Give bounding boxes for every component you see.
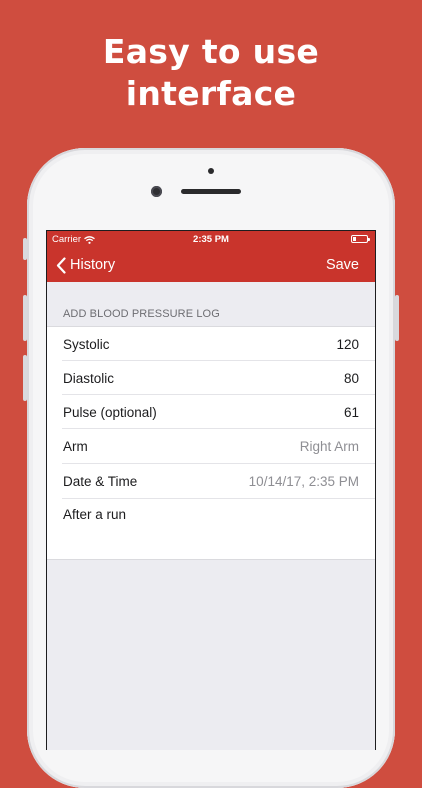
promo-headline-line1: Easy to use xyxy=(102,32,320,71)
blood-pressure-form: Systolic 120 Diastolic 80 Pulse (optiona… xyxy=(47,326,375,560)
systolic-label: Systolic xyxy=(63,337,110,352)
section-header: ADD BLOOD PRESSURE LOG xyxy=(63,308,220,320)
systolic-field[interactable]: 120 xyxy=(336,337,359,352)
chevron-left-icon xyxy=(56,256,66,274)
phone-volume-up-button xyxy=(23,295,27,341)
back-button-label: History xyxy=(70,257,116,273)
date-time-label: Date & Time xyxy=(63,474,138,489)
status-time: 2:35 PM xyxy=(193,234,229,245)
phone-screen: Carrier 2:35 PM History Save ADD BLOOD P… xyxy=(46,230,376,750)
battery-level xyxy=(353,237,356,241)
diastolic-label: Diastolic xyxy=(63,371,115,386)
diastolic-field[interactable]: 80 xyxy=(344,371,359,386)
notes-text: After a run xyxy=(63,507,127,522)
arm-row[interactable]: Arm Right Arm xyxy=(47,429,375,464)
date-time-row[interactable]: Date & Time 10/14/17, 2:35 PM xyxy=(47,464,375,499)
status-bar: Carrier 2:35 PM xyxy=(47,231,375,248)
phone-volume-down-button xyxy=(23,355,27,401)
phone-camera xyxy=(151,186,162,197)
promo-headline-line2: interface xyxy=(125,74,297,113)
phone-power-button xyxy=(395,295,399,341)
navigation-bar: History Save xyxy=(47,248,375,282)
arm-selector[interactable]: Right Arm xyxy=(300,439,359,454)
diastolic-row[interactable]: Diastolic 80 xyxy=(47,361,375,395)
arm-label: Arm xyxy=(63,439,88,454)
battery-icon xyxy=(351,235,370,243)
phone-earpiece xyxy=(181,189,241,194)
date-time-picker[interactable]: 10/14/17, 2:35 PM xyxy=(249,474,359,489)
notes-field[interactable]: After a run xyxy=(47,499,375,559)
back-button[interactable]: History xyxy=(56,255,115,275)
pulse-field[interactable]: 61 xyxy=(344,405,359,420)
pulse-row[interactable]: Pulse (optional) 61 xyxy=(47,395,375,429)
phone-mute-switch xyxy=(23,238,27,260)
save-button[interactable]: Save xyxy=(326,257,359,273)
systolic-row[interactable]: Systolic 120 xyxy=(47,327,375,361)
pulse-label: Pulse (optional) xyxy=(63,405,157,420)
phone-sensor xyxy=(208,168,214,174)
